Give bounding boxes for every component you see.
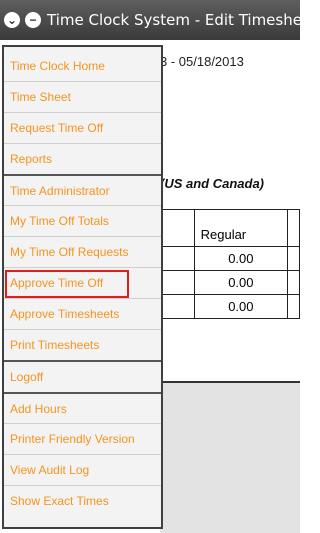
menu-item-time-sheet[interactable]: Time Sheet: [4, 81, 161, 112]
table-cell-regular: 0.00: [193, 294, 289, 319]
minus-icon[interactable]: −: [25, 12, 41, 28]
title-bar: ⌄ − Time Clock System - Edit Timesheets: [0, 0, 320, 40]
table-cell-regular: 0.00: [193, 246, 289, 271]
menu-item-add-hours[interactable]: Add Hours: [4, 392, 161, 423]
table-row: 0.00: [160, 294, 300, 319]
table-cell-regular: 0.00: [193, 270, 289, 295]
table-row: 0.00: [160, 270, 300, 295]
menu-item-show-exact-times[interactable]: Show Exact Times: [4, 485, 161, 516]
menu-item-request-time-off[interactable]: Request Time Off: [4, 112, 161, 143]
nav-dropdown-menu: Time Clock Home Time Sheet Request Time …: [2, 45, 163, 529]
menu-item-approve-time-off[interactable]: Approve Time Off: [4, 267, 161, 298]
menu-item-time-administrator[interactable]: Time Administrator: [4, 174, 161, 205]
menu-item-my-time-off-requests[interactable]: My Time Off Requests: [4, 236, 161, 267]
chevron-down-icon[interactable]: ⌄: [4, 12, 20, 28]
menu-item-view-audit-log[interactable]: View Audit Log: [4, 454, 161, 485]
menu-item-logoff[interactable]: Logoff: [4, 360, 161, 391]
menu-item-printer-friendly-version[interactable]: Printer Friendly Version: [4, 423, 161, 454]
menu-item-reports[interactable]: Reports: [4, 143, 161, 174]
menu-item-print-timesheets[interactable]: Print Timesheets: [4, 329, 161, 360]
menu-item-approve-timesheets[interactable]: Approve Timesheets: [4, 298, 161, 329]
hours-table: Regular 0.00 0.00 0.00: [160, 209, 300, 319]
table-row: 0.00: [160, 246, 300, 271]
date-range: 3 - 05/18/2013: [160, 54, 244, 69]
column-header-regular: Regular: [193, 209, 289, 247]
timezone-label: (US and Canada): [160, 176, 265, 191]
menu-item-my-time-off-totals[interactable]: My Time Off Totals: [4, 205, 161, 236]
footer-area: [160, 383, 300, 533]
table-header-row: Regular: [160, 209, 300, 247]
window-title: Time Clock System - Edit Timesheets: [47, 11, 320, 29]
menu-item-time-clock-home[interactable]: Time Clock Home: [4, 50, 161, 81]
